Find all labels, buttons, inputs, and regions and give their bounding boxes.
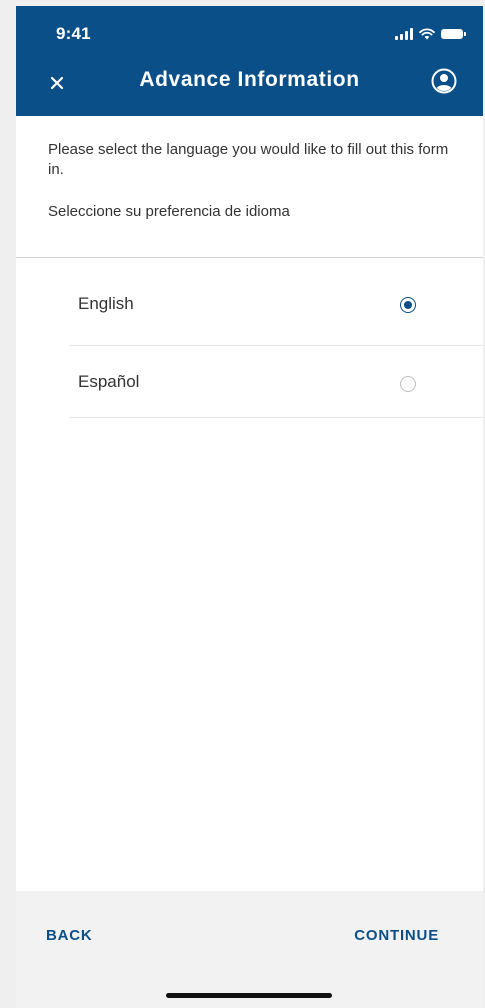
option-label: English [78,294,134,313]
continue-button[interactable]: CONTINUE [354,927,439,944]
battery-icon [441,29,466,39]
user-circle-icon [431,68,457,94]
app-header: 9:41 Advance Information [16,6,483,116]
language-options: English Español [70,260,483,418]
home-indicator [166,993,332,998]
page-title: Advance Information [139,68,360,91]
profile-button[interactable] [429,66,459,96]
language-option-english[interactable]: English [70,260,483,346]
language-instructions: Please select the language you would lik… [16,116,483,258]
wifi-icon [419,28,435,40]
footer-bar: BACK CONTINUE [16,891,483,1008]
back-button[interactable]: BACK [46,927,93,944]
option-label: Español [78,372,140,391]
radio-unselected-icon[interactable] [400,376,416,392]
instruction-spanish: Seleccione su preferencia de idioma [48,203,290,220]
radio-selected-icon[interactable] [400,297,416,313]
status-time: 9:41 [56,24,91,43]
app-screen: 9:41 Advance Information Please select t… [16,6,483,1008]
status-icons [395,26,466,42]
instruction-english: Please select the language you would lik… [48,141,449,178]
language-option-spanish[interactable]: Español [70,346,483,418]
cellular-signal-icon [395,28,413,40]
